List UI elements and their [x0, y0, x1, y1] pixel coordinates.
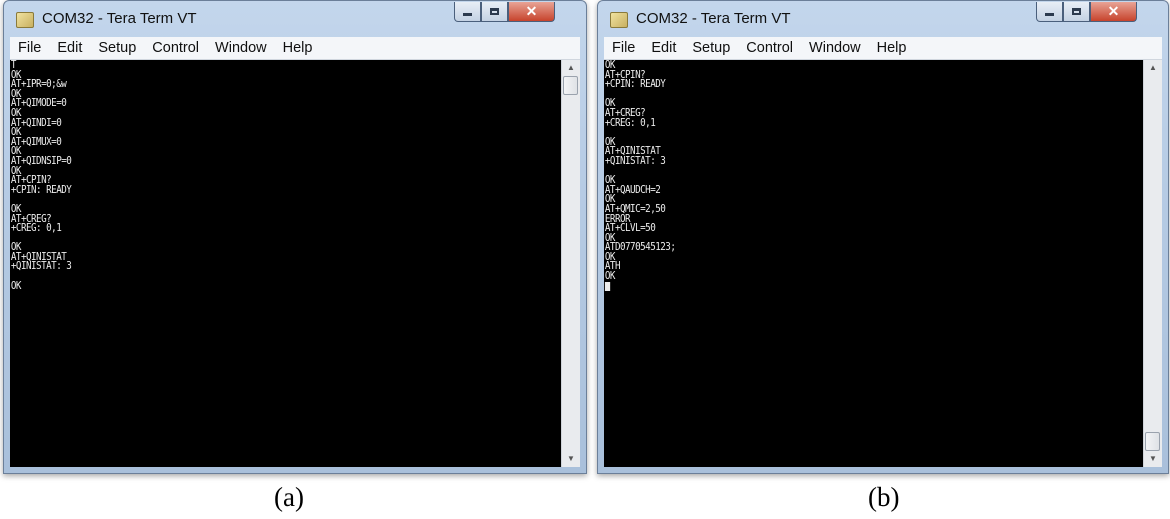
terminal-line: ATH: [604, 260, 621, 273]
terminal-line: OK: [604, 250, 616, 263]
terminal-line: AT+QINISTAT: [10, 250, 67, 263]
close-icon: ✕: [1107, 3, 1120, 19]
terminal-line: OK: [604, 270, 616, 283]
terminal-line: +CPIN: READY: [10, 183, 72, 196]
terminal-line: +CPIN: READY: [604, 78, 666, 91]
terminal-line: AT+CPIN?: [10, 174, 52, 187]
terminal-line: T: [10, 60, 17, 71]
minimize-button[interactable]: [1036, 2, 1063, 22]
terminal-lines: OK AT+CPIN? +CPIN: READY OK AT+CREG? +CREG: 0…: [604, 60, 1079, 291]
maximize-icon: [490, 8, 499, 15]
scroll-up-icon[interactable]: ▲: [562, 60, 580, 76]
terminal-line: +CREG: 0,1: [604, 116, 656, 129]
title-bar[interactable]: COM32 - Tera Term VT ✕: [598, 1, 1168, 37]
terminal-line: OK: [604, 231, 616, 244]
scroll-thumb[interactable]: [1145, 432, 1160, 451]
terminal-line: OK: [10, 87, 22, 100]
menu-bar: File Edit Setup Control Window Help: [604, 37, 1162, 60]
menu-setup[interactable]: Setup: [684, 40, 738, 56]
terminal-line: OK: [604, 174, 616, 187]
scroll-down-icon[interactable]: ▼: [1144, 451, 1162, 467]
menu-window[interactable]: Window: [207, 40, 275, 56]
window-title: COM32 - Tera Term VT: [636, 10, 791, 27]
terminal-line: ATD0770545123;: [604, 241, 676, 254]
minimize-button[interactable]: [454, 2, 481, 22]
menu-edit[interactable]: Edit: [49, 40, 90, 56]
terminal-line: AT+QIMUX=0: [10, 135, 62, 148]
terminal-line: AT+QMIC=2,50: [604, 202, 666, 215]
terminal-line: AT+QINDI=0: [10, 116, 62, 129]
scroll-up-icon[interactable]: ▲: [1144, 60, 1162, 76]
terminal-line: OK: [10, 68, 22, 81]
title-bar[interactable]: COM32 - Tera Term VT ✕: [4, 1, 586, 37]
menu-edit[interactable]: Edit: [643, 40, 684, 56]
terminal-line: OK: [604, 135, 616, 148]
terminal-cursor-line: [604, 281, 1079, 292]
menu-control[interactable]: Control: [144, 40, 207, 56]
app-icon[interactable]: [16, 12, 34, 28]
terminal-line: AT+CREG?: [604, 106, 646, 119]
menu-file[interactable]: File: [604, 40, 643, 56]
terminal-line: +QINISTAT: 3: [604, 154, 666, 167]
window-title: COM32 - Tera Term VT: [42, 10, 197, 27]
menu-help[interactable]: Help: [275, 40, 321, 56]
terminal-line: OK: [604, 97, 616, 110]
menu-file[interactable]: File: [10, 40, 49, 56]
terminal-line: +QINISTAT: 3: [10, 260, 72, 273]
vertical-scrollbar[interactable]: ▲ ▼: [561, 60, 580, 467]
caption-b: (b): [868, 482, 900, 512]
terminal-output[interactable]: OK AT+CPIN? +CPIN: READY OK AT+CREG? +CREG: 0…: [604, 60, 1144, 467]
menu-control[interactable]: Control: [738, 40, 801, 56]
terminal-line: OK: [604, 193, 616, 206]
scroll-thumb[interactable]: [563, 76, 578, 95]
vertical-scrollbar[interactable]: ▲ ▼: [1143, 60, 1162, 467]
menu-setup[interactable]: Setup: [90, 40, 144, 56]
terminal-window-a: COM32 - Tera Term VT ✕ File Edit Setup C…: [3, 0, 587, 474]
app-icon[interactable]: [610, 12, 628, 28]
close-button[interactable]: ✕: [508, 2, 555, 22]
minimize-icon: [1045, 13, 1054, 16]
close-button[interactable]: ✕: [1090, 2, 1137, 22]
terminal-line: OK: [10, 202, 22, 215]
terminal-line: AT+CREG?: [10, 212, 52, 225]
maximize-button[interactable]: [481, 2, 508, 22]
caption-a: (a): [274, 482, 304, 512]
terminal-line: OK: [604, 60, 616, 71]
text-cursor: [604, 281, 611, 291]
terminal-line: AT+QAUDCH=2: [604, 183, 661, 196]
scroll-down-icon[interactable]: ▼: [562, 451, 580, 467]
terminal-output[interactable]: T OK AT+IPR=0;&w OK AT+QIMODE=0 OK AT+QINDI=0 O…: [10, 60, 562, 467]
maximize-icon: [1072, 8, 1081, 15]
minimize-icon: [463, 13, 472, 16]
terminal-line: AT+QIMODE=0: [10, 97, 67, 110]
terminal-line: +CREG: 0,1: [10, 222, 62, 235]
close-icon: ✕: [525, 3, 538, 19]
maximize-button[interactable]: [1063, 2, 1090, 22]
terminal-line: AT+QINISTAT: [604, 145, 661, 158]
menu-bar: File Edit Setup Control Window Help: [10, 37, 580, 60]
terminal-line: AT+QIDNSIP=0: [10, 154, 72, 167]
terminal-line: AT+CLVL=50: [604, 222, 656, 235]
terminal-line: OK: [10, 106, 22, 119]
menu-help[interactable]: Help: [869, 40, 915, 56]
terminal-line: OK: [10, 279, 22, 292]
terminal-window-b: COM32 - Tera Term VT ✕ File Edit Setup C…: [597, 0, 1169, 474]
terminal-line: AT+IPR=0;&w: [10, 78, 67, 91]
terminal-line: OK: [10, 241, 22, 254]
terminal-line: OK: [10, 164, 22, 177]
terminal-line: ERROR: [604, 212, 631, 225]
terminal-lines: T OK AT+IPR=0;&w OK AT+QIMODE=0 OK AT+QINDI=0 O…: [10, 60, 496, 291]
menu-window[interactable]: Window: [801, 40, 869, 56]
terminal-line: AT+CPIN?: [604, 68, 646, 81]
terminal-line: OK: [10, 126, 22, 139]
terminal-line: OK: [10, 145, 22, 158]
